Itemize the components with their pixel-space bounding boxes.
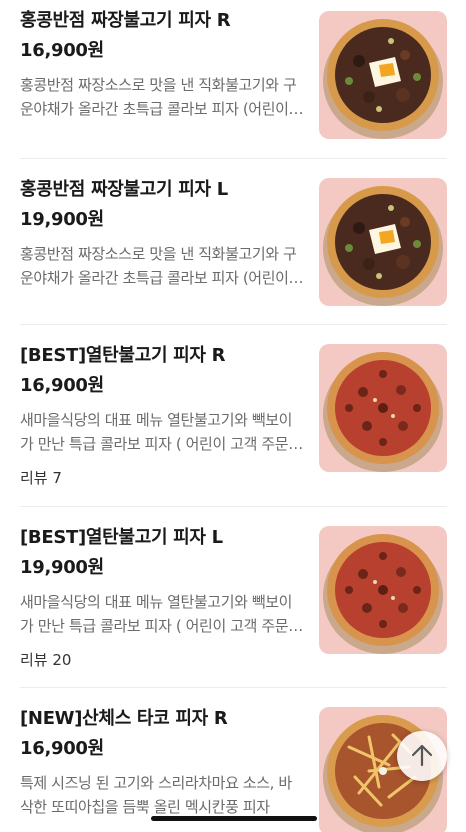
- menu-item-name: 홍콩반점 짜장불고기 피자 L: [20, 179, 228, 200]
- menu-item-price: 19,900원: [20, 209, 104, 230]
- menu-item-price: 19,900원: [20, 557, 104, 578]
- scroll-to-top-button[interactable]: [397, 731, 447, 781]
- review-count[interactable]: 리뷰 20: [20, 649, 305, 671]
- review-count[interactable]: 리뷰 7: [20, 467, 305, 489]
- menu-item-description: 새마을식당의 대표 메뉴 열탄불고기와 빽보이가 만난 특급 콜라보 피자 ( …: [20, 593, 293, 635]
- menu-item-info: [BEST]열탄불고기 피자 L 19,900원 새마을식당의 대표 메뉴 열탄…: [20, 525, 305, 671]
- jjajang-bulgogi-pizza-image[interactable]: [319, 178, 447, 306]
- menu-item-description: 특제 시즈닝 된 고기와 스리라차마요 소스, 바삭한 또띠아칩을 듬뿍 올린 …: [20, 774, 292, 816]
- pizza-illustration: [323, 19, 443, 139]
- menu-item-name: [NEW]산체스 타코 피자 R: [20, 708, 228, 729]
- menu-item-name: 홍콩반점 짜장불고기 피자 R: [20, 10, 231, 31]
- menu-list: 홍콩반점 짜장불고기 피자 R 16,900원 홍콩반점 짜장소스로 맛을 낸 …: [0, 0, 466, 832]
- jjajang-bulgogi-pizza-image[interactable]: [319, 11, 447, 139]
- yeoltan-bulgogi-pizza-image[interactable]: [319, 344, 447, 472]
- menu-item-price: 16,900원: [20, 738, 104, 759]
- menu-item-name: [BEST]열탄불고기 피자 L: [20, 527, 223, 548]
- menu-item-info: [BEST]열탄불고기 피자 R 16,900원 새마을식당의 대표 메뉴 열탄…: [20, 343, 305, 489]
- menu-item-price: 16,900원: [20, 375, 104, 396]
- menu-item[interactable]: [BEST]열탄불고기 피자 L 19,900원 새마을식당의 대표 메뉴 열탄…: [20, 507, 447, 688]
- menu-item-info: [NEW]산체스 타코 피자 R 16,900원 특제 시즈닝 된 고기와 스리…: [20, 706, 305, 819]
- menu-item[interactable]: [NEW]산체스 타코 피자 R 16,900원 특제 시즈닝 된 고기와 스리…: [20, 688, 447, 832]
- menu-item-description: 홍콩반점 짜장소스로 맛을 낸 직화불고기와 구운야채가 올라간 초특급 콜라보…: [20, 76, 297, 118]
- menu-item[interactable]: 홍콩반점 짜장불고기 피자 R 16,900원 홍콩반점 짜장소스로 맛을 낸 …: [20, 8, 447, 159]
- menu-item[interactable]: 홍콩반점 짜장불고기 피자 L 19,900원 홍콩반점 짜장소스로 맛을 낸 …: [20, 159, 447, 325]
- arrow-up-icon: [411, 744, 433, 767]
- menu-item-description: 홍콩반점 짜장소스로 맛을 낸 직화불고기와 구운야채가 올라간 초특급 콜라보…: [20, 245, 297, 287]
- menu-item-info: 홍콩반점 짜장불고기 피자 L 19,900원 홍콩반점 짜장소스로 맛을 낸 …: [20, 177, 305, 290]
- menu-item-price: 16,900원: [20, 40, 104, 61]
- menu-item[interactable]: [BEST]열탄불고기 피자 R 16,900원 새마을식당의 대표 메뉴 열탄…: [20, 325, 447, 507]
- menu-item-name: [BEST]열탄불고기 피자 R: [20, 345, 226, 366]
- menu-item-info: 홍콩반점 짜장불고기 피자 R 16,900원 홍콩반점 짜장소스로 맛을 낸 …: [20, 8, 305, 121]
- pizza-illustration: [323, 352, 443, 472]
- pizza-illustration: [323, 534, 443, 654]
- yeoltan-bulgogi-pizza-image[interactable]: [319, 526, 447, 654]
- home-indicator[interactable]: [151, 816, 317, 821]
- menu-item-description: 새마을식당의 대표 메뉴 열탄불고기와 빽보이가 만난 특급 콜라보 피자 ( …: [20, 411, 293, 453]
- pizza-illustration: [323, 186, 443, 306]
